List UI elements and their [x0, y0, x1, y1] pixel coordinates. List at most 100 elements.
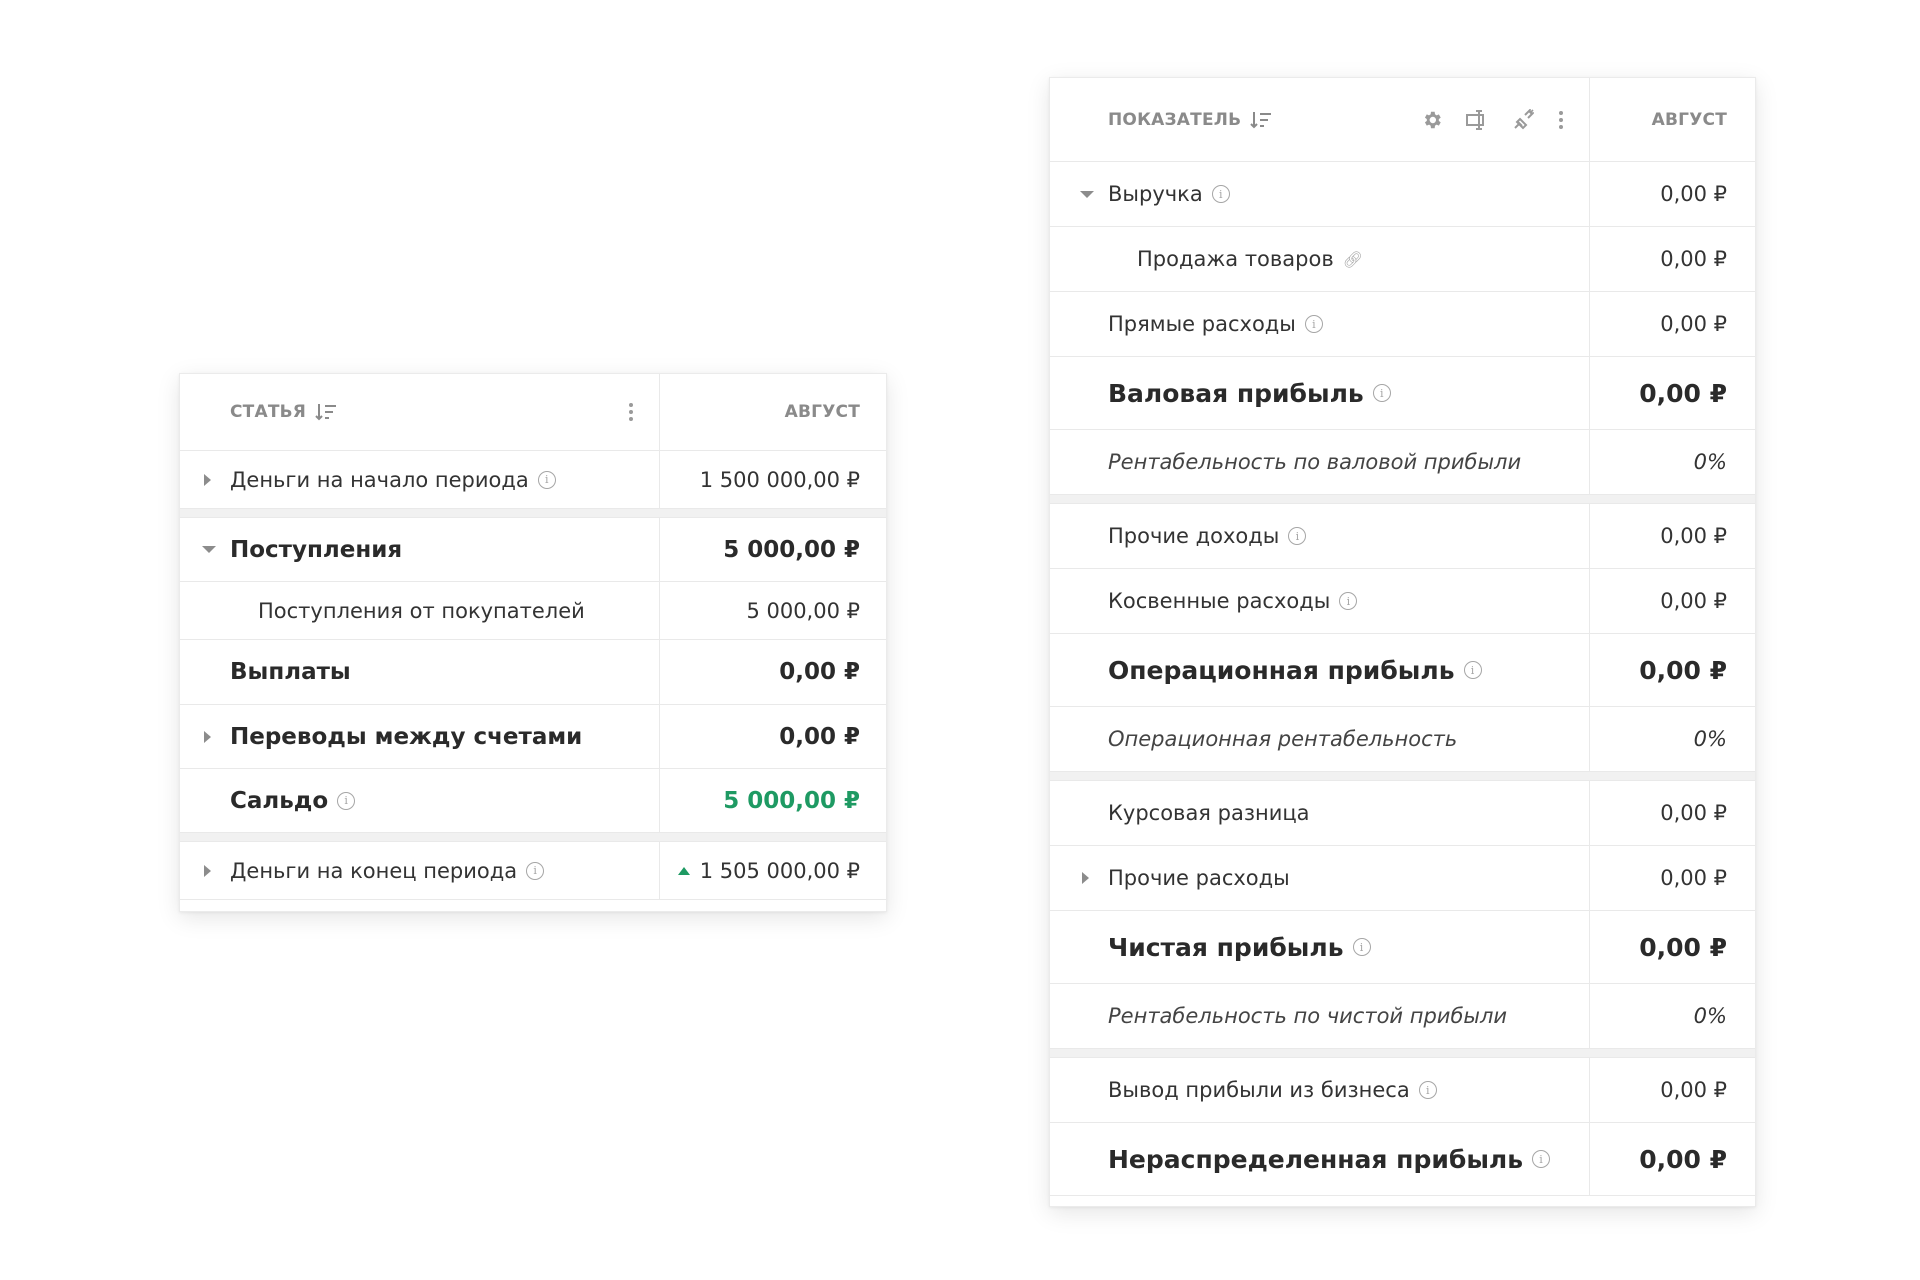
table-row-operating-profit[interactable]: Операционная прибыль i 0,00 ₽: [1050, 634, 1755, 707]
section-divider: [1050, 772, 1755, 781]
expand-icon[interactable]: [204, 473, 211, 486]
table-row-balance[interactable]: Сальдо i 5 000,00 ₽: [180, 769, 886, 833]
row-label: Сальдо: [230, 787, 329, 814]
info-icon[interactable]: i: [1372, 384, 1391, 402]
row-label: Деньги на начало периода: [230, 467, 529, 492]
table-row-payouts[interactable]: Выплаты 0,00 ₽: [180, 640, 886, 705]
expand-icon[interactable]: [1082, 872, 1089, 884]
table-row-operating-margin[interactable]: Операционная рентабельность 0%: [1050, 707, 1755, 772]
row-label: Операционная прибыль: [1108, 655, 1455, 685]
info-icon[interactable]: i: [1463, 661, 1482, 679]
table-header: ПОКАЗАТЕЛЬ АВГУСТ: [1050, 78, 1755, 162]
row-value: 0,00 ₽: [1639, 1144, 1727, 1174]
row-value: 0%: [1693, 450, 1727, 474]
unlink-icon[interactable]: [1511, 108, 1537, 132]
table-row-income[interactable]: Поступления 5 000,00 ₽: [180, 518, 886, 582]
info-icon[interactable]: i: [1532, 1150, 1551, 1168]
column-width-icon[interactable]: [1465, 108, 1489, 132]
sort-icon[interactable]: [1250, 110, 1272, 130]
table-row-transfers[interactable]: Переводы между счетами 0,00 ₽: [180, 705, 886, 769]
column-header-period: АВГУСТ: [1651, 109, 1727, 130]
row-label: Поступления: [230, 536, 403, 563]
info-icon[interactable]: i: [1352, 938, 1371, 956]
sort-icon[interactable]: [315, 402, 337, 422]
info-icon[interactable]: i: [337, 791, 356, 810]
table-row-gross-profit[interactable]: Валовая прибыль i 0,00 ₽: [1050, 357, 1755, 430]
more-options-icon[interactable]: [1559, 110, 1563, 129]
table-row-net-margin[interactable]: Рентабельность по чистой прибыли 0%: [1050, 984, 1755, 1049]
row-label: Курсовая разница: [1108, 801, 1310, 825]
info-icon[interactable]: i: [1288, 527, 1307, 545]
row-value: 0,00 ₽: [779, 723, 860, 750]
row-value: 0,00 ₽: [1639, 655, 1727, 685]
row-value: 5 000,00 ₽: [723, 787, 860, 814]
table-row-gross-margin[interactable]: Рентабельность по валовой прибыли 0%: [1050, 430, 1755, 495]
row-value: 0,00 ₽: [1660, 247, 1727, 271]
info-icon[interactable]: i: [1418, 1081, 1437, 1099]
table-row-end[interactable]: Деньги на конец периода i 1 505 000,00 ₽: [180, 842, 886, 900]
row-label: Поступления от покупателей: [258, 598, 585, 623]
row-value: 5 000,00 ₽: [746, 598, 860, 623]
row-label: Переводы между счетами: [230, 723, 583, 750]
table-row-sales[interactable]: Продажа товаров 🔗︎ 0,00 ₽: [1050, 227, 1755, 292]
info-icon[interactable]: i: [526, 861, 545, 880]
expand-icon[interactable]: [204, 730, 211, 743]
row-value: 0,00 ₽: [1639, 378, 1727, 408]
table-row-other-income[interactable]: Прочие доходы i 0,00 ₽: [1050, 504, 1755, 569]
table-row-indirect-costs[interactable]: Косвенные расходы i 0,00 ₽: [1050, 569, 1755, 634]
table-row-other-expenses[interactable]: Прочие расходы 0,00 ₽: [1050, 846, 1755, 911]
more-options-icon[interactable]: [629, 403, 633, 421]
row-label: Чистая прибыль: [1108, 932, 1344, 962]
row-label: Прямые расходы: [1108, 312, 1296, 336]
info-icon[interactable]: i: [1339, 592, 1358, 610]
row-value: 0,00 ₽: [1660, 1078, 1727, 1102]
column-header-item[interactable]: ПОКАЗАТЕЛЬ: [1050, 78, 1590, 161]
table-row-revenue[interactable]: Выручка i 0,00 ₽: [1050, 162, 1755, 227]
row-value: 0%: [1693, 1004, 1727, 1028]
table-row-retained-earnings[interactable]: Нераспределенная прибыль i 0,00 ₽: [1050, 1123, 1755, 1196]
row-value: 0,00 ₽: [1660, 801, 1727, 825]
table-row-fx-difference[interactable]: Курсовая разница 0,00 ₽: [1050, 781, 1755, 846]
table-row-net-profit[interactable]: Чистая прибыль i 0,00 ₽: [1050, 911, 1755, 984]
info-icon[interactable]: i: [537, 470, 556, 489]
increase-arrow-icon: [677, 866, 690, 875]
row-label: Продажа товаров: [1137, 247, 1334, 271]
table-row-income-customers[interactable]: Поступления от покупателей 5 000,00 ₽: [180, 582, 886, 640]
info-icon[interactable]: i: [1304, 315, 1323, 333]
row-label: Валовая прибыль: [1108, 378, 1364, 408]
row-label: Выплаты: [230, 659, 351, 685]
row-value-cell: 1 505 000,00 ₽: [660, 842, 886, 899]
row-value: 0,00 ₽: [1660, 589, 1727, 613]
section-divider: [1050, 495, 1755, 504]
column-header-period: АВГУСТ: [784, 402, 860, 422]
gear-icon[interactable]: [1421, 109, 1443, 131]
row-label: Операционная рентабельность: [1108, 727, 1458, 751]
link-icon[interactable]: 🔗︎: [1343, 250, 1363, 269]
info-icon[interactable]: i: [1211, 185, 1230, 203]
row-label: Прочие доходы: [1108, 524, 1280, 548]
row-value: 0,00 ₽: [1660, 866, 1727, 890]
row-label: Прочие расходы: [1108, 866, 1290, 890]
row-label: Нераспределенная прибыль: [1108, 1144, 1524, 1174]
pnl-table: ПОКАЗАТЕЛЬ АВГУСТ Выручка i 0,00 ₽ Прода…: [1049, 77, 1756, 1207]
row-value: 0,00 ₽: [1660, 524, 1727, 548]
row-label: Вывод прибыли из бизнеса: [1108, 1078, 1410, 1102]
section-divider: [180, 833, 886, 842]
column-title: ПОКАЗАТЕЛЬ: [1108, 109, 1242, 130]
table-row-direct-costs[interactable]: Прямые расходы i 0,00 ₽: [1050, 292, 1755, 357]
column-header-item[interactable]: СТАТЬЯ: [180, 374, 660, 450]
row-label: Рентабельность по чистой прибыли: [1108, 1004, 1508, 1028]
header-tools: [1421, 78, 1563, 161]
row-value: 1 500 000,00 ₽: [699, 467, 860, 492]
table-row-profit-withdrawal[interactable]: Вывод прибыли из бизнеса i 0,00 ₽: [1050, 1058, 1755, 1123]
expand-icon[interactable]: [204, 864, 211, 877]
collapse-icon[interactable]: [1080, 190, 1094, 198]
collapse-icon[interactable]: [202, 546, 216, 553]
row-value: 0,00 ₽: [1660, 182, 1727, 206]
table-row-start[interactable]: Деньги на начало периода i 1 500 000,00 …: [180, 451, 886, 509]
table-header: СТАТЬЯ АВГУСТ: [180, 374, 886, 451]
row-value: 5 000,00 ₽: [723, 536, 860, 563]
row-label: Деньги на конец периода: [230, 858, 518, 883]
cashflow-table: СТАТЬЯ АВГУСТ Деньги на начало периода i…: [179, 373, 887, 912]
row-value: 0%: [1693, 727, 1727, 751]
